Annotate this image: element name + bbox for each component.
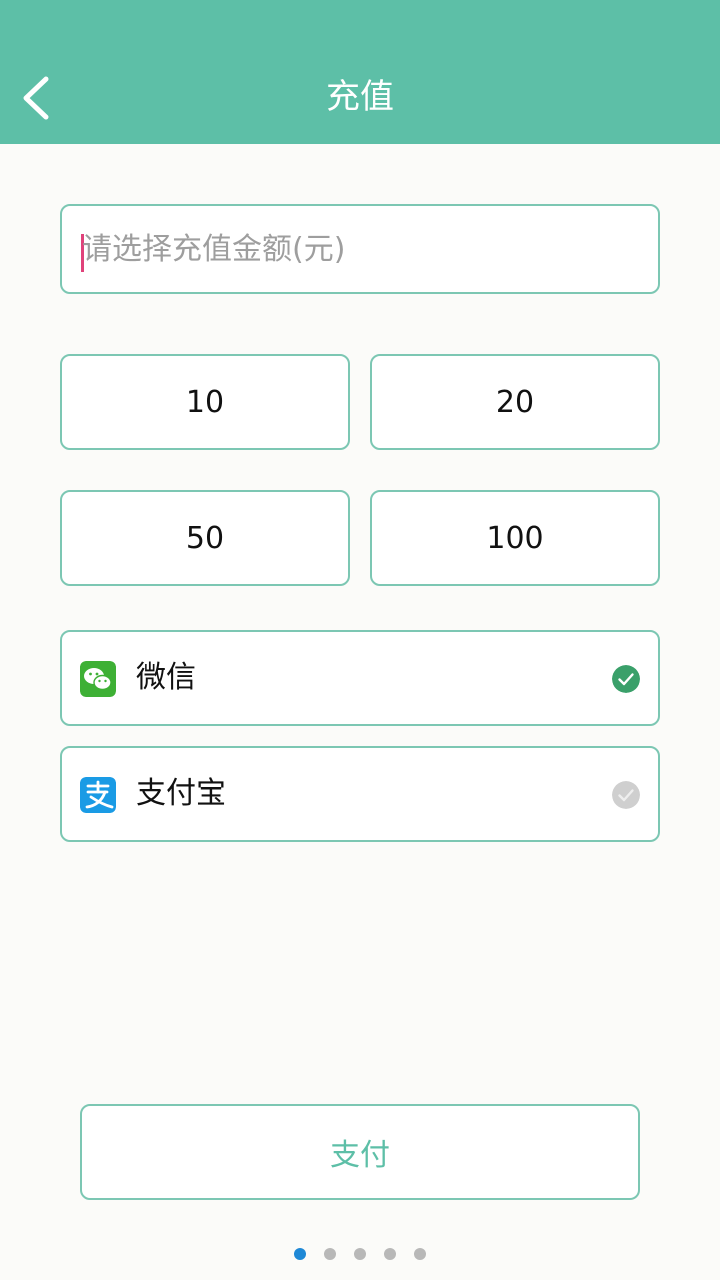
amount-option-label: 100 xyxy=(486,520,544,556)
payment-method-alipay[interactable]: 支付宝 xyxy=(60,746,660,842)
amount-input[interactable] xyxy=(82,206,642,292)
wechat-icon xyxy=(80,661,116,697)
amount-option-100[interactable]: 100 xyxy=(370,490,660,586)
selected-check-icon xyxy=(612,665,640,693)
page-title: 充值 xyxy=(326,77,394,117)
pay-button-label: 支付 xyxy=(330,1138,390,1173)
page-indicator-dot[interactable] xyxy=(384,1248,396,1260)
amount-option-label: 10 xyxy=(185,384,225,420)
page-indicator xyxy=(0,1248,720,1260)
amount-option-50[interactable]: 50 xyxy=(60,490,350,586)
app-header: 充值 xyxy=(0,0,720,144)
amount-option-20[interactable]: 20 xyxy=(370,354,660,450)
page-indicator-dot[interactable] xyxy=(324,1248,336,1260)
pay-button[interactable]: 支付 xyxy=(80,1104,640,1200)
page-indicator-dot[interactable] xyxy=(414,1248,426,1260)
payment-method-wechat[interactable]: 微信 xyxy=(60,630,660,726)
page-indicator-dot[interactable] xyxy=(294,1248,306,1260)
page-indicator-dot[interactable] xyxy=(354,1248,366,1260)
amount-option-label: 20 xyxy=(495,384,535,420)
amount-option-label: 50 xyxy=(185,520,225,556)
amount-input-container[interactable] xyxy=(60,204,660,294)
amount-option-10[interactable]: 10 xyxy=(60,354,350,450)
alipay-icon xyxy=(80,777,116,813)
payment-method-label: 微信 xyxy=(136,660,196,695)
payment-method-label: 支付宝 xyxy=(136,776,226,811)
unselected-check-icon xyxy=(612,781,640,809)
